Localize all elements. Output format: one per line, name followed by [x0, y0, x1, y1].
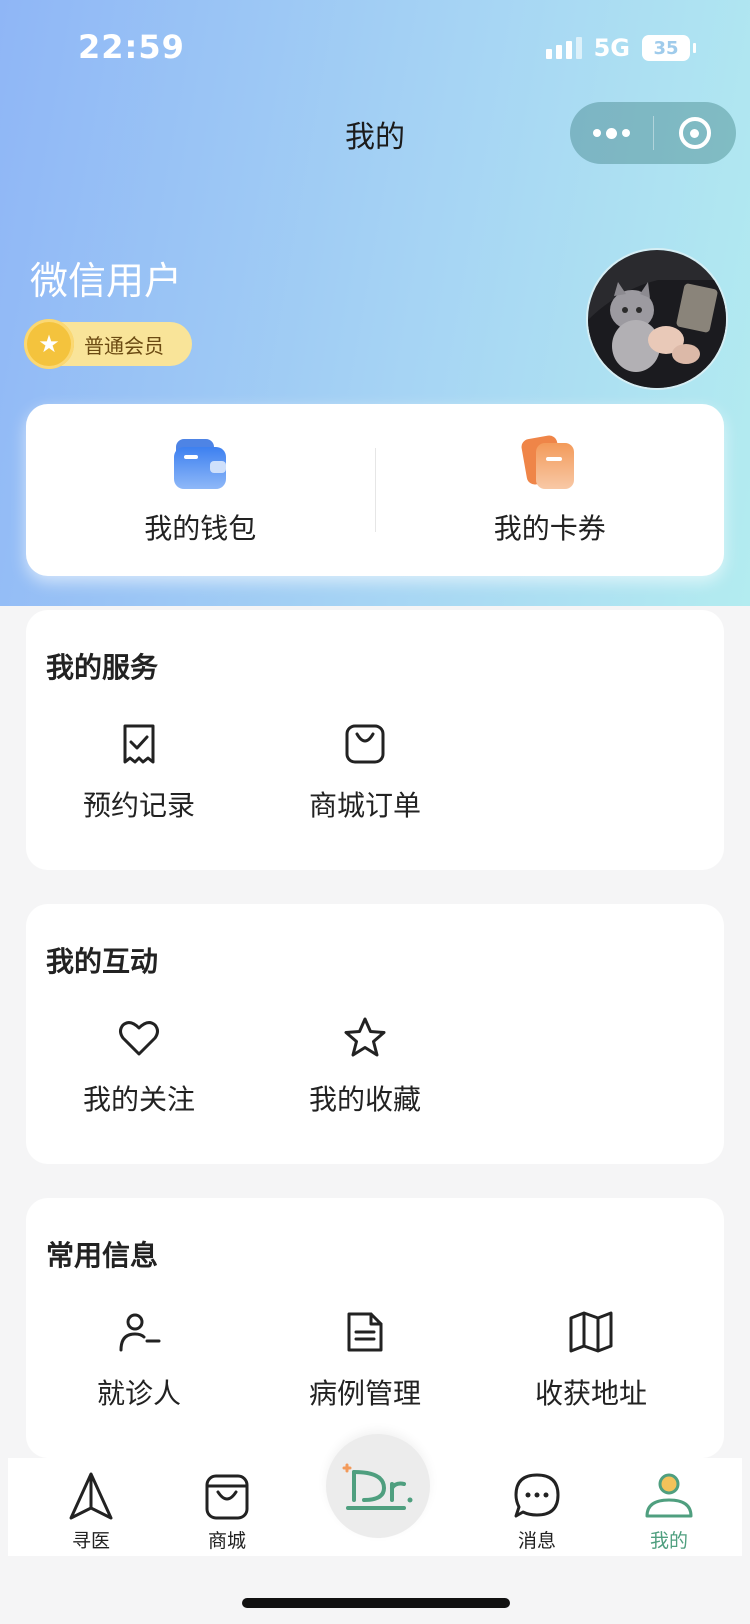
tab-label: 我的	[649, 1530, 688, 1552]
item-label: 就诊人	[96, 1377, 181, 1410]
addresses-item[interactable]: 收获地址	[478, 1310, 704, 1412]
item-label: 预约记录	[82, 789, 195, 822]
avatar[interactable]	[586, 248, 728, 390]
tab-label: 寻医	[71, 1530, 110, 1552]
chat-bubble-icon	[514, 1473, 560, 1518]
coupon-button[interactable]: 我的卡券	[376, 404, 725, 576]
member-badge[interactable]: ★ 普通会员	[24, 319, 192, 369]
tab-messages[interactable]: 消息	[492, 1470, 582, 1553]
heart-icon	[119, 1021, 159, 1056]
my-follows-item[interactable]: 我的关注	[26, 1016, 252, 1118]
miniprogram-capsule	[570, 102, 736, 164]
home-indicator	[242, 1598, 510, 1608]
tab-label: 消息	[517, 1530, 556, 1552]
user-minus-icon	[119, 1313, 161, 1352]
tab-dr-home[interactable]	[326, 1434, 430, 1538]
interactions-section: 我的互动 我的关注 我的收藏	[26, 904, 724, 1164]
medical-records-item[interactable]: 病例管理	[252, 1310, 478, 1412]
member-level-label: 普通会员	[84, 333, 164, 358]
patients-item[interactable]: 就诊人	[26, 1310, 252, 1412]
tab-profile[interactable]: 我的	[624, 1470, 714, 1553]
profile-icon	[645, 1473, 693, 1518]
shopping-bag-icon	[205, 1474, 249, 1520]
signal-icon	[545, 37, 582, 59]
wallet-label: 我的钱包	[144, 512, 257, 545]
map-icon	[569, 1311, 613, 1353]
wallet-icon	[174, 439, 227, 489]
status-indicators: 5G 35	[545, 34, 696, 62]
section-title: 我的服务	[46, 651, 159, 684]
coupon-label: 我的卡券	[493, 512, 606, 545]
battery-icon: 35	[642, 35, 696, 61]
navigation-icon	[69, 1472, 113, 1520]
tab-mall[interactable]: 商城	[182, 1470, 272, 1553]
network-type: 5G	[593, 34, 630, 62]
more-button[interactable]	[570, 127, 653, 139]
more-dots-icon	[592, 127, 630, 139]
profile-header: 22:59 5G 35 我的 微信用户 ★ 普通会员 我的钱包 我的卡券	[0, 0, 750, 606]
medal-icon: ★	[24, 319, 74, 369]
dr-logo-icon	[342, 1463, 413, 1510]
tab-find-doctor[interactable]: 寻医	[46, 1470, 136, 1553]
section-title: 我的互动	[46, 945, 159, 978]
coupon-icon	[521, 435, 574, 489]
services-section: 我的服务 预约记录 商城订单	[26, 610, 724, 870]
close-miniprogram-button[interactable]	[654, 117, 737, 149]
tab-label: 商城	[207, 1530, 246, 1552]
wallet-card: 我的钱包 我的卡券	[26, 404, 724, 576]
item-label: 病例管理	[308, 1377, 421, 1410]
item-label: 商城订单	[308, 789, 421, 822]
mall-orders-item[interactable]: 商城订单	[252, 722, 478, 824]
item-label: 收获地址	[534, 1377, 647, 1410]
appointment-records-item[interactable]: 预约记录	[26, 722, 252, 824]
star-icon	[344, 1017, 386, 1057]
item-label: 我的收藏	[308, 1083, 421, 1116]
document-icon	[347, 1312, 383, 1352]
receipt-check-icon	[123, 724, 155, 764]
my-favorites-item[interactable]: 我的收藏	[252, 1016, 478, 1118]
section-title: 常用信息	[46, 1239, 159, 1272]
shopping-bag-icon	[345, 724, 385, 764]
target-icon	[678, 117, 711, 149]
status-time: 22:59	[78, 28, 185, 66]
common-info-section: 常用信息 就诊人 病例管理 收获地址	[26, 1198, 724, 1458]
item-label: 我的关注	[82, 1083, 195, 1116]
username[interactable]: 微信用户	[30, 250, 182, 305]
wallet-button[interactable]: 我的钱包	[26, 404, 375, 576]
